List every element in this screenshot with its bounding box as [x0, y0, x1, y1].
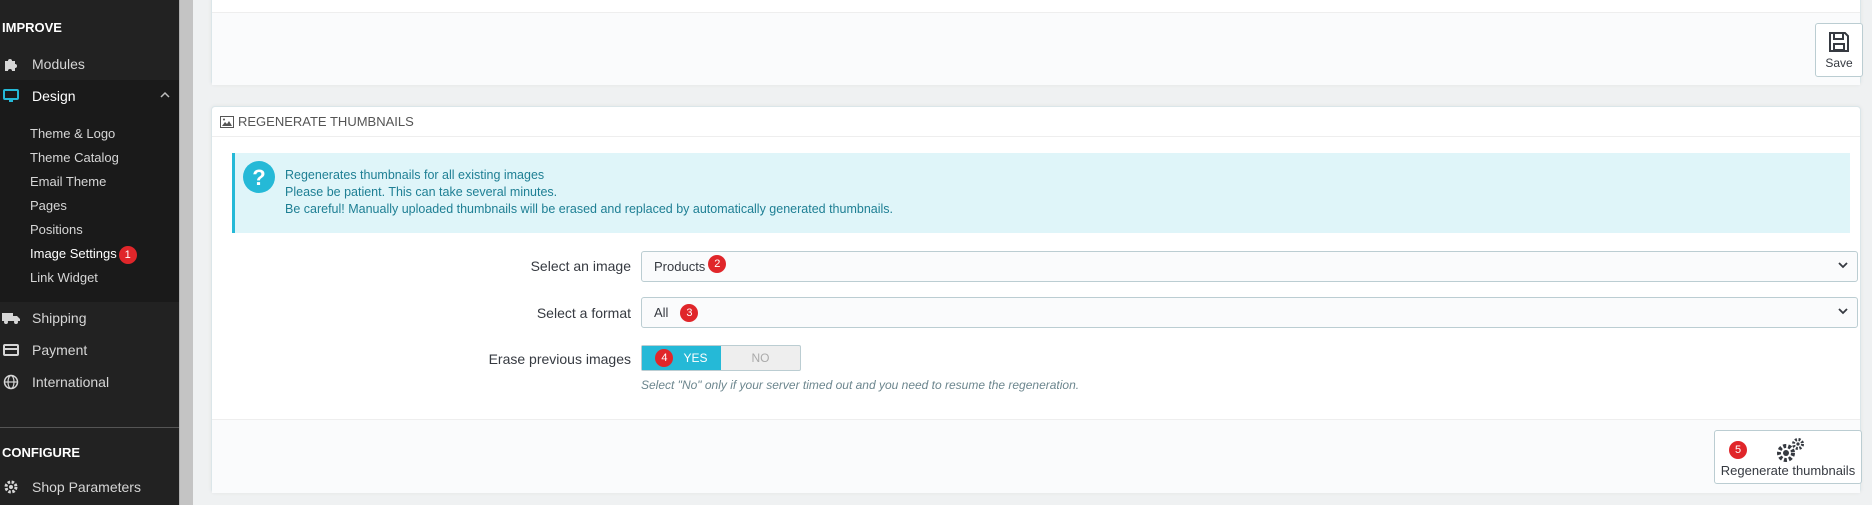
monitor-icon: [2, 87, 20, 105]
step-badge-1: 1: [118, 246, 137, 264]
erase-previous-images-label: Erase previous images: [488, 351, 631, 367]
globe-icon: [2, 373, 20, 391]
sidebar: IMPROVE Modules Design Theme & Logo Them…: [0, 0, 179, 505]
sidebar-item-label: Shop Parameters: [32, 479, 141, 495]
submenu-theme-catalog[interactable]: Theme Catalog: [30, 150, 119, 165]
submenu-theme-logo[interactable]: Theme & Logo: [30, 126, 115, 141]
picture-icon: [220, 115, 234, 128]
regen-panel-footer: 5 Regenerate thumbnails: [212, 419, 1862, 493]
panel-title: REGENERATE THUMBNAILS: [238, 114, 414, 129]
toggle-no-label: NO: [751, 351, 770, 365]
toggle-yes[interactable]: 4 YES: [642, 346, 721, 370]
select-format-label: Select a format: [536, 305, 631, 321]
sidebar-item-label: International: [32, 374, 110, 390]
settings-panel: Save: [211, 0, 1863, 85]
step-badge-3: 3: [680, 303, 699, 322]
sidebar-item-shipping[interactable]: Shipping: [0, 302, 179, 334]
alert-line: Please be patient. This can take several…: [285, 185, 558, 199]
step-badge-2: 2: [708, 254, 727, 273]
erase-help-text: Select "No" only if your server timed ou…: [641, 378, 1080, 392]
section-improve: IMPROVE: [2, 20, 62, 35]
credit-card-icon: [2, 341, 20, 359]
panel-heading: REGENERATE THUMBNAILS: [212, 107, 1860, 137]
sidebar-item-international[interactable]: International: [0, 366, 179, 398]
step-badge-5: 5: [1729, 441, 1747, 459]
select-image-label: Select an image: [530, 258, 631, 274]
save-button[interactable]: Save: [1815, 23, 1863, 77]
step-badge-4: 4: [655, 349, 674, 367]
settings-panel-footer: Save: [212, 12, 1863, 85]
sidebar-item-modules[interactable]: Modules: [0, 48, 179, 80]
alert-line: Regenerates thumbnails for all existing …: [285, 168, 545, 182]
submenu-link-widget[interactable]: Link Widget: [30, 270, 98, 285]
question-icon: ?: [243, 161, 275, 193]
regenerate-thumbnails-label: Regenerate thumbnails: [1720, 463, 1856, 478]
erase-previous-images-toggle[interactable]: 4 YES NO: [641, 345, 801, 371]
submenu-pages[interactable]: Pages: [30, 198, 67, 213]
alert-text: Regenerates thumbnails for all existing …: [285, 167, 893, 218]
design-submenu: Theme & Logo Theme Catalog Email Theme P…: [0, 112, 179, 302]
regenerate-thumbnails-button[interactable]: 5 Regenerate thumbnails: [1714, 430, 1862, 484]
select-image-dropdown[interactable]: Products 2: [641, 251, 1858, 282]
sidebar-item-payment[interactable]: Payment: [0, 334, 179, 366]
gear-icon: [2, 478, 20, 496]
sidebar-item-label: Design: [32, 88, 76, 104]
floppy-disk-icon: [1828, 31, 1850, 56]
sidebar-item-label: Shipping: [32, 310, 87, 326]
sidebar-divider: [0, 427, 179, 428]
info-alert: ? Regenerates thumbnails for all existin…: [232, 153, 1850, 233]
sidebar-item-label: Payment: [32, 342, 88, 358]
toggle-yes-label: YES: [683, 351, 708, 365]
sidebar-item-design[interactable]: Design: [0, 80, 179, 112]
select-format-dropdown[interactable]: All 3: [641, 297, 1858, 328]
alert-line: Be careful! Manually uploaded thumbnails…: [285, 202, 894, 216]
save-button-label: Save: [1825, 55, 1853, 70]
toggle-no[interactable]: NO: [721, 346, 800, 370]
submenu-image-settings[interactable]: Image Settings 1: [30, 246, 137, 264]
truck-icon: [2, 309, 20, 327]
regenerate-thumbnails-panel: REGENERATE THUMBNAILS ? Regenerates thum…: [211, 106, 1862, 493]
sidebar-scrollbar[interactable]: [179, 0, 193, 505]
section-configure: CONFIGURE: [2, 445, 80, 460]
submenu-positions[interactable]: Positions: [30, 222, 83, 237]
chevron-down-icon: [1837, 259, 1849, 274]
select-image-value: Products: [654, 259, 706, 274]
chevron-up-icon: [159, 88, 171, 104]
submenu-image-settings-label: Image Settings: [30, 246, 117, 261]
submenu-email-theme[interactable]: Email Theme: [30, 174, 106, 189]
sidebar-item-shop-parameters[interactable]: Shop Parameters: [0, 471, 179, 503]
chevron-down-icon: [1837, 305, 1849, 320]
puzzle-icon: [2, 55, 20, 73]
sidebar-item-label: Modules: [32, 56, 85, 72]
select-format-value: All: [654, 305, 669, 320]
